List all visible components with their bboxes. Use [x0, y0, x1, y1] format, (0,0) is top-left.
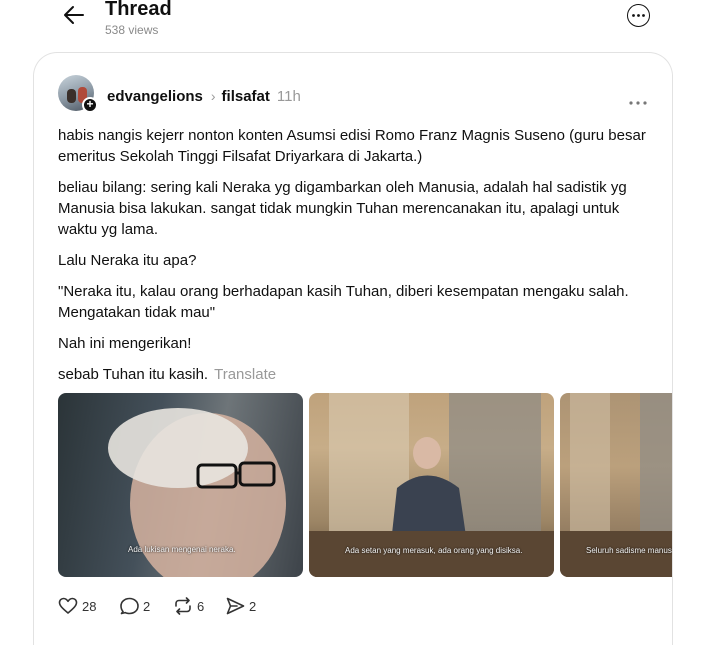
- post-timestamp: 11h: [276, 87, 301, 105]
- send-icon: [226, 597, 245, 615]
- post-paragraph: "Neraka itu, kalau orang berhadapan kasi…: [58, 283, 629, 321]
- post-more-icon[interactable]: [628, 93, 648, 105]
- video-thumbnail[interactable]: Seluruh sadisme manusia: [560, 393, 673, 577]
- like-button[interactable]: 28: [58, 597, 96, 615]
- media-carousel[interactable]: Ada lukisan mengenai neraka. Ada setan y…: [58, 393, 673, 577]
- topic-link[interactable]: filsafat: [222, 88, 270, 105]
- video-caption: Ada setan yang merasuk, ada orang yang d…: [345, 546, 523, 555]
- reply-button[interactable]: 2: [120, 597, 150, 615]
- username-link[interactable]: edvangelions: [107, 88, 203, 105]
- repost-button[interactable]: 6: [173, 597, 204, 615]
- more-options-icon[interactable]: [627, 4, 650, 27]
- post-paragraph: Lalu Neraka itu apa?: [58, 252, 197, 269]
- post-last-line: sebab Tuhan itu kasih.: [58, 366, 209, 383]
- share-button[interactable]: 2: [226, 597, 256, 615]
- view-count: 538 views: [105, 23, 159, 37]
- comment-icon: [120, 597, 139, 615]
- share-count: 2: [249, 598, 257, 614]
- back-arrow-icon[interactable]: [62, 4, 88, 26]
- post-card: + edvangelions › filsafat 11h habis nang…: [33, 52, 673, 645]
- follow-plus-icon[interactable]: +: [82, 97, 98, 113]
- page-title: Thread: [105, 0, 172, 20]
- post-meta: edvangelions › filsafat 11h: [107, 86, 301, 106]
- video-thumbnail[interactable]: Ada setan yang merasuk, ada orang yang d…: [309, 393, 554, 577]
- like-count: 28: [82, 598, 97, 614]
- reply-count: 2: [143, 598, 151, 614]
- post-paragraph: habis nangis kejerr nonton konten Asumsi…: [58, 127, 646, 165]
- post-paragraph: beliau bilang: sering kali Neraka yg dig…: [58, 179, 627, 238]
- repost-icon: [175, 597, 191, 615]
- video-caption: Ada lukisan mengenai neraka.: [128, 545, 236, 554]
- video-thumbnail[interactable]: Ada lukisan mengenai neraka.: [58, 393, 303, 577]
- repost-count: 6: [197, 598, 205, 614]
- thread-header: Thread 538 views: [0, 0, 711, 48]
- post-paragraph: Nah ini mengerikan!: [58, 335, 192, 352]
- heart-icon: [58, 597, 78, 614]
- video-caption: Seluruh sadisme manusia: [586, 546, 673, 555]
- translate-link[interactable]: Translate: [214, 366, 276, 383]
- post-paragraph-last: sebab Tuhan itu kasih. Translate: [58, 364, 658, 385]
- chevron-right-icon: ›: [210, 88, 216, 104]
- post-body: habis nangis kejerr nonton konten Asumsi…: [58, 125, 658, 395]
